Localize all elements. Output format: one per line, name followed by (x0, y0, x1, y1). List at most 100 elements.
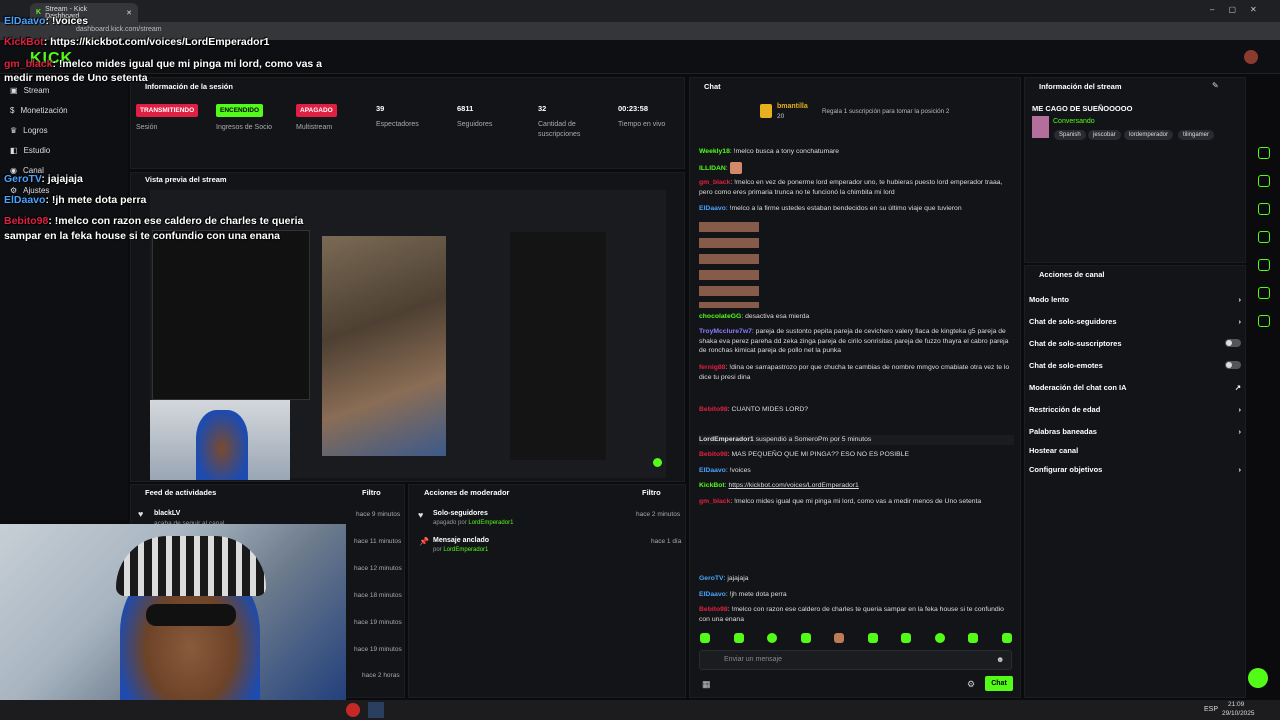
sidebar: ▣ Stream $ Monetización ♛ Logros ◧ Estudio ◉… (0, 76, 128, 520)
action-ai-moderation[interactable]: Moderación del chat con IA ↗ (1029, 383, 1241, 392)
chat-line-system: LordEmperador1 suspendió a SomeroPm por … (699, 435, 1014, 445)
chat-line: Bebito98: MAS PEQUEÑO QUE MI PINGA?? ESO… (699, 451, 910, 458)
preview-title: Vista previa del stream (145, 175, 227, 184)
viewers-label: Espectadores (376, 121, 419, 128)
followers-label: Seguidores (457, 121, 493, 128)
action-subs-only[interactable]: Chat de solo-suscriptores (1029, 339, 1241, 348)
preview-comments (510, 232, 606, 460)
gift-icon[interactable]: ▦ (702, 679, 711, 690)
action-followers-only[interactable]: Chat de solo-seguidores › (1029, 317, 1241, 326)
rail-link-icon[interactable] (1258, 259, 1270, 271)
emote-icon[interactable] (733, 633, 744, 643)
feed-filter-button[interactable]: Filtro (362, 488, 381, 497)
chat-line: Weekly18: !melco busca a tony conchatuma… (699, 148, 840, 155)
sub-prompt[interactable]: Regala 1 suscripción para tomar la posic… (822, 108, 949, 115)
emote-icon (729, 162, 742, 174)
chevron-right-icon: › (1238, 317, 1242, 326)
emote-icon[interactable] (834, 633, 845, 643)
emote-icon[interactable] (800, 633, 811, 643)
followers-value: 6811 (457, 104, 474, 113)
studio-icon: ◧ (10, 146, 18, 155)
mod-item-title: Mensaje anclado (433, 537, 490, 544)
feed-user[interactable]: blackLV (154, 510, 180, 517)
emoji-icon[interactable]: ☻ (996, 655, 1004, 664)
sidebar-item-logros[interactable]: ♛ Logros (10, 126, 48, 135)
sidebar-item-estudio[interactable]: ◧ Estudio (10, 146, 50, 155)
taskbar-app-icon[interactable] (368, 702, 384, 718)
taskbar-lang[interactable]: ESP (1204, 706, 1218, 713)
mod-item-sub: apagado por LordEmperador1 (433, 520, 514, 526)
sidebar-item-monetizacion[interactable]: $ Monetización (10, 106, 68, 115)
emote-icon[interactable] (934, 633, 945, 643)
url-field[interactable]: dashboard.kick.com/stream (76, 26, 162, 33)
chevron-right-icon: › (1238, 427, 1242, 436)
preview-video (322, 236, 446, 456)
action-goals[interactable]: Configurar objetivos › (1029, 465, 1241, 474)
avatar[interactable] (1244, 50, 1258, 64)
chat-line: chocolateGG: desactiva esa mierda (699, 313, 810, 320)
taskbar (0, 700, 1280, 720)
window-controls[interactable]: –▢✕ (1210, 5, 1271, 14)
status-badge-partner: ENCENDIDO (216, 104, 264, 117)
subs-value: 32 (538, 104, 547, 113)
chat-line: Bebito98: !melco con razon ese caldero d… (699, 606, 1004, 623)
mod-title: Acciones de moderador (424, 488, 510, 497)
chat-send-button[interactable]: Chat (985, 676, 1013, 691)
overlay-line: Bebito98: !melco con razon ese caldero d… (4, 215, 304, 242)
mod-time: hace 2 minutos (636, 511, 681, 518)
overlay-line: gm_black: !melco mides igual que mi ping… (4, 58, 323, 84)
action-emotes-only[interactable]: Chat de solo-emotes (1029, 361, 1241, 370)
taskbar-date[interactable]: 29/10/2025 (1222, 710, 1255, 717)
rail-doc-icon[interactable] (1258, 203, 1270, 215)
action-slow-mode[interactable]: Modo lento › (1029, 295, 1241, 304)
feed-time: hace 18 minutos (354, 592, 402, 599)
support-chat-icon[interactable] (1248, 668, 1268, 688)
mod-filter-button[interactable]: Filtro (642, 488, 661, 497)
action-age-restriction[interactable]: Restricción de edad › (1029, 405, 1241, 414)
status-badge-multistream: APAGADO (296, 104, 337, 117)
stream-tag[interactable]: Spanish (1054, 130, 1086, 140)
emote-icon[interactable] (1001, 633, 1012, 643)
trophy-icon: ♛ (10, 126, 18, 135)
edit-pencil-icon[interactable]: ✎ (1212, 81, 1219, 90)
preview-face (196, 410, 248, 480)
action-banned-words[interactable]: Palabras baneadas › (1029, 427, 1241, 436)
chevron-right-icon: › (1238, 465, 1242, 474)
browser-tab-bar (0, 0, 1280, 22)
rail-wrench-icon[interactable] (1258, 315, 1270, 327)
chat-line: ElDaavo: !melco a la firme ustedes estab… (699, 205, 962, 212)
overlay-line: KickBot: https://kickbot.com/voices/Lord… (4, 36, 270, 48)
chat-settings-gear-icon[interactable]: ⚙ (967, 679, 975, 690)
heart-icon: ♥ (138, 509, 144, 519)
emote-icon[interactable] (767, 633, 778, 643)
dollar-icon: $ (10, 106, 15, 115)
feed-time: hace 19 minutos (354, 619, 402, 626)
close-tab-icon[interactable]: ✕ (126, 9, 132, 17)
emote-icon[interactable] (968, 633, 979, 643)
stream-icon: ▣ (10, 86, 18, 95)
sidebar-item-stream[interactable]: ▣ Stream (10, 86, 49, 95)
stream-tag[interactable]: tilingamer (1178, 130, 1215, 140)
rail-chat-icon[interactable] (1258, 231, 1270, 243)
chat-line: gm_black: !melco mides igual que mi ping… (699, 498, 982, 505)
top-gifter-name[interactable]: bmantilla (777, 103, 808, 110)
chat-line: GeroTV: jajajaja (699, 575, 749, 582)
category-name[interactable]: Conversando (1053, 118, 1095, 125)
emote-icon[interactable] (901, 633, 912, 643)
rail-bolt-icon[interactable] (1258, 175, 1270, 187)
rail-shield-icon[interactable] (1258, 147, 1270, 159)
stream-tag[interactable]: jescobar (1088, 130, 1121, 140)
partner-caption: Ingresos de Socio (216, 124, 273, 131)
emote-icon[interactable] (700, 633, 710, 643)
rail-layers-icon[interactable] (1258, 287, 1270, 299)
subs-label: Cantidad de suscripciones (538, 121, 581, 138)
mod-item-title: Solo-seguidores (433, 510, 488, 517)
taskbar-app-icon[interactable] (346, 703, 360, 717)
action-host-channel[interactable]: Hostear canal (1029, 446, 1241, 455)
emote-bar[interactable] (700, 633, 1012, 647)
emote-icon[interactable] (867, 633, 878, 643)
live-indicator-icon (653, 458, 662, 467)
stream-info-title: Información del stream (1039, 82, 1122, 91)
stream-tag[interactable]: lordemperador (1124, 130, 1174, 140)
taskbar-time[interactable]: 21:09 (1228, 701, 1244, 708)
